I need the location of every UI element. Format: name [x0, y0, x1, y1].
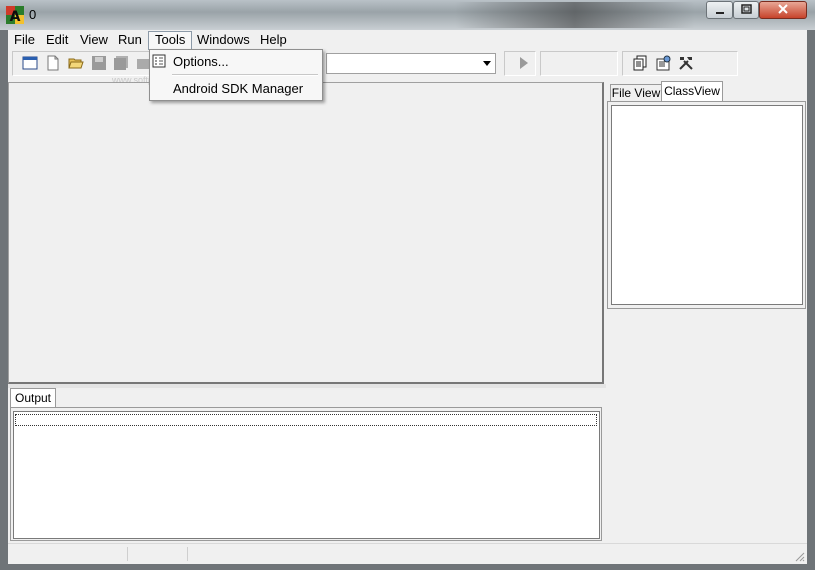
- menu-item-options-label: Options...: [173, 54, 229, 69]
- editor-area[interactable]: [8, 82, 604, 384]
- status-bar: [8, 543, 807, 564]
- menu-file[interactable]: File: [8, 32, 41, 48]
- maximize-icon: [741, 4, 752, 14]
- output-list[interactable]: [13, 411, 600, 539]
- status-cell-divider: [127, 547, 128, 561]
- maximize-button[interactable]: [733, 1, 759, 19]
- splitter[interactable]: [8, 384, 606, 388]
- class-view-tree[interactable]: [611, 105, 803, 305]
- close-icon: [778, 4, 788, 14]
- window-title: 0: [29, 7, 37, 22]
- chevron-down-icon: [483, 61, 491, 66]
- close-button[interactable]: [759, 1, 807, 19]
- menu-windows[interactable]: Windows: [191, 32, 256, 48]
- app-icon: A: [6, 6, 24, 25]
- minimize-button[interactable]: [706, 1, 733, 19]
- save-icon[interactable]: [91, 55, 107, 71]
- configuration-combo[interactable]: [326, 53, 496, 74]
- menu-tools[interactable]: Tools: [148, 31, 193, 50]
- svg-text:A: A: [10, 9, 21, 24]
- menu-view[interactable]: View: [74, 32, 114, 48]
- menu-help[interactable]: Help: [254, 32, 293, 48]
- window-icon[interactable]: [22, 55, 38, 71]
- open-folder-icon[interactable]: [68, 55, 84, 71]
- tab-output[interactable]: Output: [10, 388, 56, 408]
- save-all-icon[interactable]: [113, 55, 129, 71]
- minimize-icon: [715, 12, 724, 14]
- menu-item-android-sdk-manager[interactable]: Android SDK Manager: [173, 81, 303, 96]
- run-icon[interactable]: [515, 55, 531, 71]
- status-cell-divider: [187, 547, 188, 561]
- properties-icon[interactable]: [655, 55, 671, 71]
- resize-grip-icon[interactable]: [795, 552, 805, 562]
- toolbar-group-blank: [540, 51, 618, 76]
- menu-bar: File Edit View Run Tools Windows Help: [8, 30, 807, 50]
- menu-edit[interactable]: Edit: [40, 32, 74, 48]
- options-icon: [152, 54, 166, 68]
- title-bar: [0, 0, 815, 30]
- menu-separator: [172, 74, 318, 76]
- tab-class-view[interactable]: ClassView: [661, 81, 723, 102]
- tools-icon[interactable]: [678, 55, 694, 71]
- copy-icon[interactable]: [632, 55, 648, 71]
- new-file-icon[interactable]: [45, 55, 61, 71]
- output-focus-row[interactable]: [15, 414, 597, 426]
- menu-run[interactable]: Run: [112, 32, 148, 48]
- title-decoration: [455, 2, 695, 28]
- tab-file-view[interactable]: File View: [610, 84, 662, 102]
